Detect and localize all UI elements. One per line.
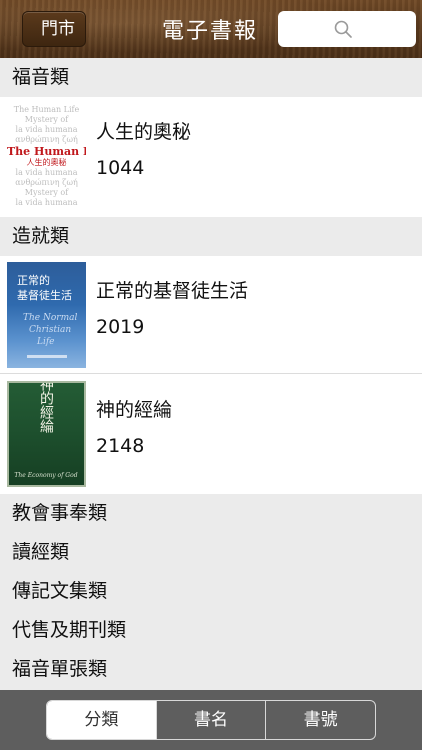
book-code: 2019 bbox=[96, 316, 145, 338]
tab-category[interactable]: 分類 bbox=[47, 701, 156, 739]
book-row[interactable]: The Human Life Mystery of la vida humana… bbox=[0, 97, 422, 215]
tab-title[interactable]: 書名 bbox=[155, 701, 266, 739]
cover-text: ανθρώπινη ζωή bbox=[15, 178, 78, 187]
category-item-biography[interactable]: 傳記文集類 bbox=[0, 572, 422, 611]
book-cover-human-life: The Human Life Mystery of la vida humana… bbox=[7, 103, 86, 209]
book-code: 2148 bbox=[96, 435, 145, 457]
book-code: 1044 bbox=[96, 157, 145, 179]
cover-cn-line: 正常的 bbox=[17, 273, 50, 287]
book-cover-economy-of-god: 神的經綸 The Economy of God bbox=[7, 381, 86, 487]
cover-en-line: The Normal bbox=[23, 313, 77, 323]
category-list: 教會事奉類 讀經類 傳記文集類 代售及期刊類 福音單張類 bbox=[0, 494, 422, 690]
cover-cn-title: 神的經綸 bbox=[38, 383, 54, 433]
book-cover-normal-christian-life: 正常的 基督徒生活 The Normal Christian Life bbox=[7, 262, 86, 368]
cover-text: ανθρώπινη ζωή bbox=[15, 135, 78, 144]
cover-text: la vida humana bbox=[15, 125, 78, 134]
cover-cn-line: 基督徒生活 bbox=[17, 288, 72, 302]
row-divider bbox=[0, 373, 422, 374]
cover-text: la vida humana bbox=[15, 168, 78, 177]
book-title: 人生的奧秘 bbox=[96, 121, 192, 143]
page-title: 電子書報 bbox=[161, 19, 258, 44]
book-row[interactable]: 正常的 基督徒生活 The Normal Christian Life 正常的基… bbox=[0, 256, 422, 374]
category-item-bible-study[interactable]: 讀經類 bbox=[0, 533, 422, 572]
cover-art: 神的經綸 The Economy of God bbox=[14, 383, 77, 479]
nav-bar: 門市 電子書報 bbox=[0, 0, 422, 58]
book-row[interactable]: 神的經綸 The Economy of God 神的經綸 2148 bbox=[0, 375, 422, 493]
back-button-label: 門市 bbox=[41, 19, 75, 39]
search-input[interactable] bbox=[278, 11, 416, 47]
section-header-edification: 造就類 bbox=[0, 217, 422, 256]
section-header-gospel: 福音類 bbox=[0, 58, 422, 97]
cover-art: 正常的 基督徒生活 The Normal Christian Life bbox=[17, 273, 77, 358]
cover-en-title: The Economy of God bbox=[14, 472, 77, 479]
cover-headline: The Human Life bbox=[7, 145, 86, 158]
cover-text: la vida humana bbox=[15, 198, 78, 207]
cover-text: Mystery of bbox=[24, 188, 69, 197]
cover-en-line: Christian bbox=[29, 325, 71, 335]
cover-headline-cn: 人生的奧秘 bbox=[26, 158, 67, 167]
search-icon bbox=[334, 20, 352, 38]
sort-segmented-control: 分類 書名 書號 bbox=[46, 700, 376, 740]
cover-text: The Human Life bbox=[13, 105, 80, 114]
book-title: 神的經綸 bbox=[96, 399, 173, 421]
category-item-service[interactable]: 教會事奉類 bbox=[0, 494, 422, 533]
category-item-tracts[interactable]: 福音單張類 bbox=[0, 650, 422, 689]
book-title: 正常的基督徒生活 bbox=[96, 280, 249, 302]
cover-text: Mystery of bbox=[24, 115, 69, 124]
bottom-toolbar: 分類 書名 書號 bbox=[0, 690, 422, 750]
category-item-periodicals[interactable]: 代售及期刊類 bbox=[0, 611, 422, 650]
back-button[interactable]: 門市 bbox=[22, 11, 86, 47]
tab-number[interactable]: 書號 bbox=[265, 701, 375, 739]
cover-en-line: Life bbox=[36, 337, 55, 347]
